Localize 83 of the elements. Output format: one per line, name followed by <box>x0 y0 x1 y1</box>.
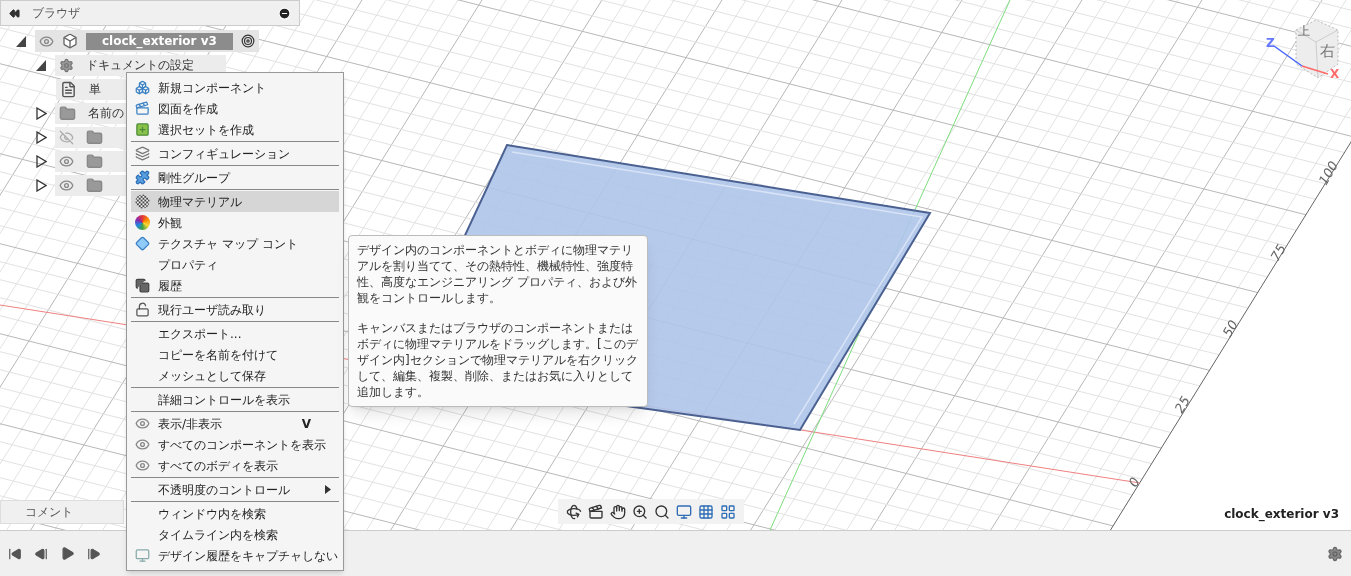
cube-face-label: 上 <box>1298 23 1310 40</box>
menu-item[interactable]: エクスポート... <box>131 323 339 344</box>
configuration-icon <box>135 146 150 161</box>
eye-icon <box>135 416 150 431</box>
document-name: clock_exterior v3 <box>1224 506 1339 523</box>
checker-sphere-icon <box>135 194 150 209</box>
viewports-icon[interactable] <box>720 503 736 520</box>
menu-item[interactable]: すべてのコンポーネントを表示 <box>131 434 339 455</box>
color-wheel-icon <box>135 215 150 230</box>
menu-item[interactable]: メッシュとして保存 <box>131 365 339 386</box>
eye-icon <box>135 437 150 452</box>
settings-icon[interactable] <box>1327 545 1343 562</box>
fit-view-icon[interactable] <box>654 503 670 520</box>
selection-set-icon <box>135 122 150 137</box>
folder-icon <box>86 152 103 170</box>
cube-drawing[interactable] <box>1295 19 1339 79</box>
viewcube[interactable]: 上 Z 右 X <box>1266 18 1348 80</box>
skip-to-start-icon[interactable] <box>8 546 22 561</box>
menu-item[interactable]: 物理マテリアル <box>131 191 339 212</box>
menu-item[interactable]: 現行ユーザ読み取り <box>131 299 339 320</box>
menu-item[interactable]: 不透明度のコントロール <box>131 479 339 500</box>
unlock-icon <box>135 302 150 317</box>
zoom-icon[interactable] <box>632 503 648 520</box>
tooltip-text: キャンバスまたはブラウザのコンポーネントまたはボディに物理マテリアルをドラッグします。[このデザイン内]セクションで物理マテリアルを右クリックして、編集、複製、削除、またはお気に入りとして追加します。 <box>357 320 639 400</box>
display-settings-icon[interactable] <box>676 503 692 520</box>
panel-title: コメント <box>25 504 73 521</box>
collapsed-triangle-icon[interactable] <box>36 154 47 168</box>
activate-radio-icon[interactable] <box>240 34 255 48</box>
cube-face-label: 右 <box>1320 41 1335 62</box>
menu-item[interactable]: 詳細コントロールを表示 <box>131 389 339 410</box>
menu-item[interactable]: すべてのボディを表示 <box>131 455 339 476</box>
eye-icon[interactable] <box>39 33 54 49</box>
minimize-icon[interactable] <box>278 6 291 20</box>
component-icon <box>135 80 150 95</box>
menu-item[interactable]: コピーを名前を付けて <box>131 344 339 365</box>
shortcut-key: V <box>301 414 311 433</box>
menu-item[interactable]: コンフィギュレーション <box>131 143 339 164</box>
orbit-icon[interactable] <box>566 503 582 520</box>
menu-item[interactable]: 履歴 <box>131 275 339 296</box>
tooltip-text: デザイン内のコンポーネントとボディに物理マテリアルを割り当てて、その熱特性、機械特性、強度特性、高度なエンジニアリング プロパティ、および外観をコントロールします。 <box>357 242 638 306</box>
expanded-triangle-icon[interactable] <box>36 58 47 72</box>
component-box-icon <box>62 33 78 49</box>
step-back-icon[interactable] <box>34 546 48 561</box>
x-axis-line <box>1301 65 1329 75</box>
puzzle-icon <box>135 170 150 185</box>
play-icon[interactable] <box>60 546 75 561</box>
expanded-triangle-icon[interactable] <box>16 34 27 48</box>
menu-item[interactable]: 表示/非表示 V <box>131 413 339 434</box>
menu-item[interactable]: 選択セットを作成 <box>131 119 339 140</box>
menu-item[interactable]: 剛性グループ <box>131 167 339 188</box>
menu-item[interactable]: 新規コンポーネント <box>131 77 339 98</box>
gear-icon <box>59 57 74 73</box>
collapsed-triangle-icon[interactable] <box>36 130 47 144</box>
axis-label: 0 <box>1125 474 1143 490</box>
collapse-panel-icon[interactable] <box>9 7 20 19</box>
axis-label: Z <box>1266 35 1275 52</box>
comments-panel[interactable]: コメント <box>0 500 124 524</box>
axis-label: X <box>1330 66 1340 83</box>
folder-icon <box>86 176 103 194</box>
menu-item[interactable]: デザイン履歴をキャプチャしない <box>131 545 339 566</box>
step-forward-icon[interactable] <box>87 546 101 561</box>
grid-icon[interactable] <box>698 503 714 520</box>
monitor-icon <box>135 548 150 563</box>
axis-label: 50 <box>1219 317 1241 340</box>
panel-title: ブラウザ <box>32 5 81 22</box>
menu-item[interactable]: 図面を作成 <box>131 98 339 119</box>
menu-item[interactable]: ウィンドウ内を検索 <box>131 503 339 524</box>
document-icon <box>60 80 77 98</box>
folder-icon <box>86 128 103 146</box>
eye-icon[interactable] <box>59 177 74 193</box>
menu-item[interactable]: プロパティ <box>131 254 339 275</box>
pan-icon[interactable] <box>610 503 626 520</box>
z-axis-line <box>1273 45 1303 67</box>
tree-item-label[interactable]: 単 <box>89 80 101 98</box>
eye-icon[interactable] <box>59 153 74 169</box>
eye-icon <box>135 458 150 473</box>
folder-icon <box>59 104 76 122</box>
menu-item[interactable]: テクスチャ マップ コント <box>131 233 339 254</box>
axis-label: 75 <box>1267 241 1289 264</box>
collapsed-triangle-icon[interactable] <box>36 106 47 120</box>
collapsed-triangle-icon[interactable] <box>36 178 47 192</box>
menu-item[interactable]: 外観 <box>131 212 339 233</box>
axis-label: 25 <box>1171 393 1193 416</box>
